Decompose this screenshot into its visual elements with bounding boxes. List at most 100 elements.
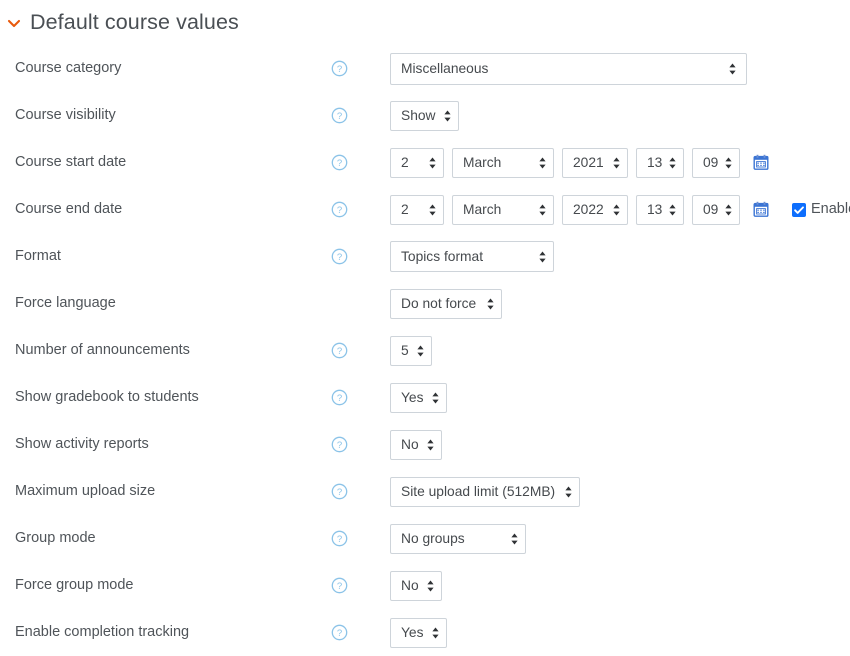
select-end-year-value: 2022 — [573, 201, 604, 217]
label-course-category: Course category — [15, 59, 122, 76]
label-force-language: Force language — [15, 294, 116, 311]
svg-text:?: ? — [337, 487, 342, 498]
help-icon[interactable]: ? — [331, 389, 348, 406]
calendar-icon[interactable] — [753, 201, 769, 218]
help-cell-course-start-date: ? — [320, 154, 390, 171]
label-format: Format — [15, 247, 61, 264]
select-course-category[interactable]: Miscellaneous — [390, 52, 747, 85]
select-maximum-upload-size[interactable]: Site upload limit (512MB) — [390, 476, 580, 507]
enable-end-date-checkbox-wrap[interactable]: Enable — [792, 202, 850, 217]
help-cell-enable-completion-tracking: ? — [320, 624, 390, 641]
select-force-group-mode[interactable]: No — [390, 570, 442, 601]
control-course-visibility: Show — [390, 100, 850, 131]
select-arrow-icon — [443, 109, 452, 123]
label-show-gradebook-to-students: Show gradebook to students — [15, 388, 199, 405]
help-icon[interactable]: ? — [331, 577, 348, 594]
help-icon[interactable]: ? — [331, 154, 348, 171]
help-icon[interactable]: ? — [331, 60, 348, 77]
select-force-language-value: Do not force — [401, 295, 477, 311]
select-start-day-value: 2 — [401, 154, 409, 170]
select-force-language[interactable]: Do not force — [390, 288, 502, 319]
help-cell-show-gradebook-to-students: ? — [320, 389, 390, 406]
svg-text:?: ? — [337, 440, 342, 451]
help-cell-course-category: ? — [320, 60, 390, 77]
control-show-gradebook-to-students: Yes — [390, 382, 850, 413]
select-arrow-icon — [612, 203, 621, 217]
help-cell-course-visibility: ? — [320, 107, 390, 124]
control-course-category: Miscellaneous — [390, 52, 850, 85]
label-course-end-date: Course end date — [15, 200, 123, 217]
help-icon[interactable]: ? — [331, 530, 348, 547]
svg-text:?: ? — [337, 534, 342, 545]
enable-end-date-checkbox[interactable] — [792, 202, 806, 217]
label-force-group-mode: Force group mode — [15, 576, 134, 593]
select-number-of-announcements[interactable]: 5 — [390, 335, 432, 366]
select-arrow-icon — [612, 156, 621, 170]
select-end-minute[interactable]: 09 — [692, 194, 740, 225]
select-start-year[interactable]: 2021 — [562, 147, 628, 178]
select-enable-completion-tracking[interactable]: Yes — [390, 617, 447, 648]
control-enable-completion-tracking: Yes — [390, 617, 850, 648]
help-icon[interactable]: ? — [331, 107, 348, 124]
select-format[interactable]: Topics format — [390, 241, 554, 272]
chevron-down-icon[interactable] — [6, 15, 22, 31]
select-arrow-icon — [538, 156, 547, 170]
select-arrow-icon — [416, 344, 425, 358]
select-start-month-value: March — [463, 154, 502, 170]
settings-form: Course category ? Miscellaneous Course v… — [0, 42, 850, 656]
select-arrow-icon — [538, 203, 547, 217]
select-arrow-icon — [668, 156, 677, 170]
page-title: Default course values — [30, 10, 239, 35]
row-show-activity-reports: Show activity reports ? No — [0, 421, 850, 468]
select-group-mode-value: No groups — [401, 530, 465, 546]
select-arrow-icon — [431, 391, 440, 405]
select-start-day[interactable]: 2 — [390, 147, 444, 178]
select-show-gradebook-to-students-value: Yes — [401, 389, 424, 405]
label-enable-completion-tracking: Enable completion tracking — [15, 623, 190, 640]
help-icon[interactable]: ? — [331, 436, 348, 453]
svg-text:?: ? — [337, 628, 342, 639]
help-cell-force-group-mode: ? — [320, 577, 390, 594]
control-show-activity-reports: No — [390, 429, 850, 460]
help-icon[interactable]: ? — [331, 483, 348, 500]
help-icon[interactable]: ? — [331, 248, 348, 265]
label-number-of-announcements: Number of announcements — [15, 341, 190, 358]
row-course-end-date: Course end date ? 2 March 2022 13 09 Ena… — [0, 186, 850, 233]
row-show-gradebook-to-students: Show gradebook to students ? Yes — [0, 374, 850, 421]
select-end-day[interactable]: 2 — [390, 194, 444, 225]
select-show-activity-reports[interactable]: No — [390, 429, 442, 460]
help-icon[interactable]: ? — [331, 624, 348, 641]
select-group-mode[interactable]: No groups — [390, 523, 526, 554]
control-course-start-date: 2 March 2021 13 09 — [390, 147, 850, 178]
control-format: Topics format — [390, 241, 850, 272]
help-icon[interactable]: ? — [331, 342, 348, 359]
select-arrow-icon — [486, 297, 495, 311]
help-icon[interactable]: ? — [331, 201, 348, 218]
select-course-visibility[interactable]: Show — [390, 100, 459, 131]
row-course-category: Course category ? Miscellaneous — [0, 45, 850, 92]
svg-text:?: ? — [337, 346, 342, 357]
select-start-minute-value: 09 — [703, 154, 719, 170]
section-header[interactable]: Default course values — [0, 0, 850, 42]
select-start-year-value: 2021 — [573, 154, 604, 170]
label-maximum-upload-size: Maximum upload size — [15, 482, 156, 499]
control-force-language: Do not force — [390, 288, 850, 319]
select-end-hour[interactable]: 13 — [636, 194, 684, 225]
svg-text:?: ? — [337, 111, 342, 122]
select-show-gradebook-to-students[interactable]: Yes — [390, 382, 447, 413]
select-end-day-value: 2 — [401, 201, 409, 217]
select-show-activity-reports-value: No — [401, 436, 419, 452]
calendar-icon[interactable] — [753, 154, 769, 171]
select-start-hour[interactable]: 13 — [636, 147, 684, 178]
select-end-hour-value: 13 — [647, 201, 663, 217]
svg-text:?: ? — [337, 252, 342, 263]
select-arrow-icon — [724, 203, 733, 217]
help-cell-course-end-date: ? — [320, 201, 390, 218]
select-format-value: Topics format — [401, 248, 484, 264]
select-start-minute[interactable]: 09 — [692, 147, 740, 178]
select-arrow-icon — [426, 438, 435, 452]
select-start-month[interactable]: March — [452, 147, 554, 178]
select-end-month[interactable]: March — [452, 194, 554, 225]
select-end-year[interactable]: 2022 — [562, 194, 628, 225]
row-maximum-upload-size: Maximum upload size ? Site upload limit … — [0, 468, 850, 515]
